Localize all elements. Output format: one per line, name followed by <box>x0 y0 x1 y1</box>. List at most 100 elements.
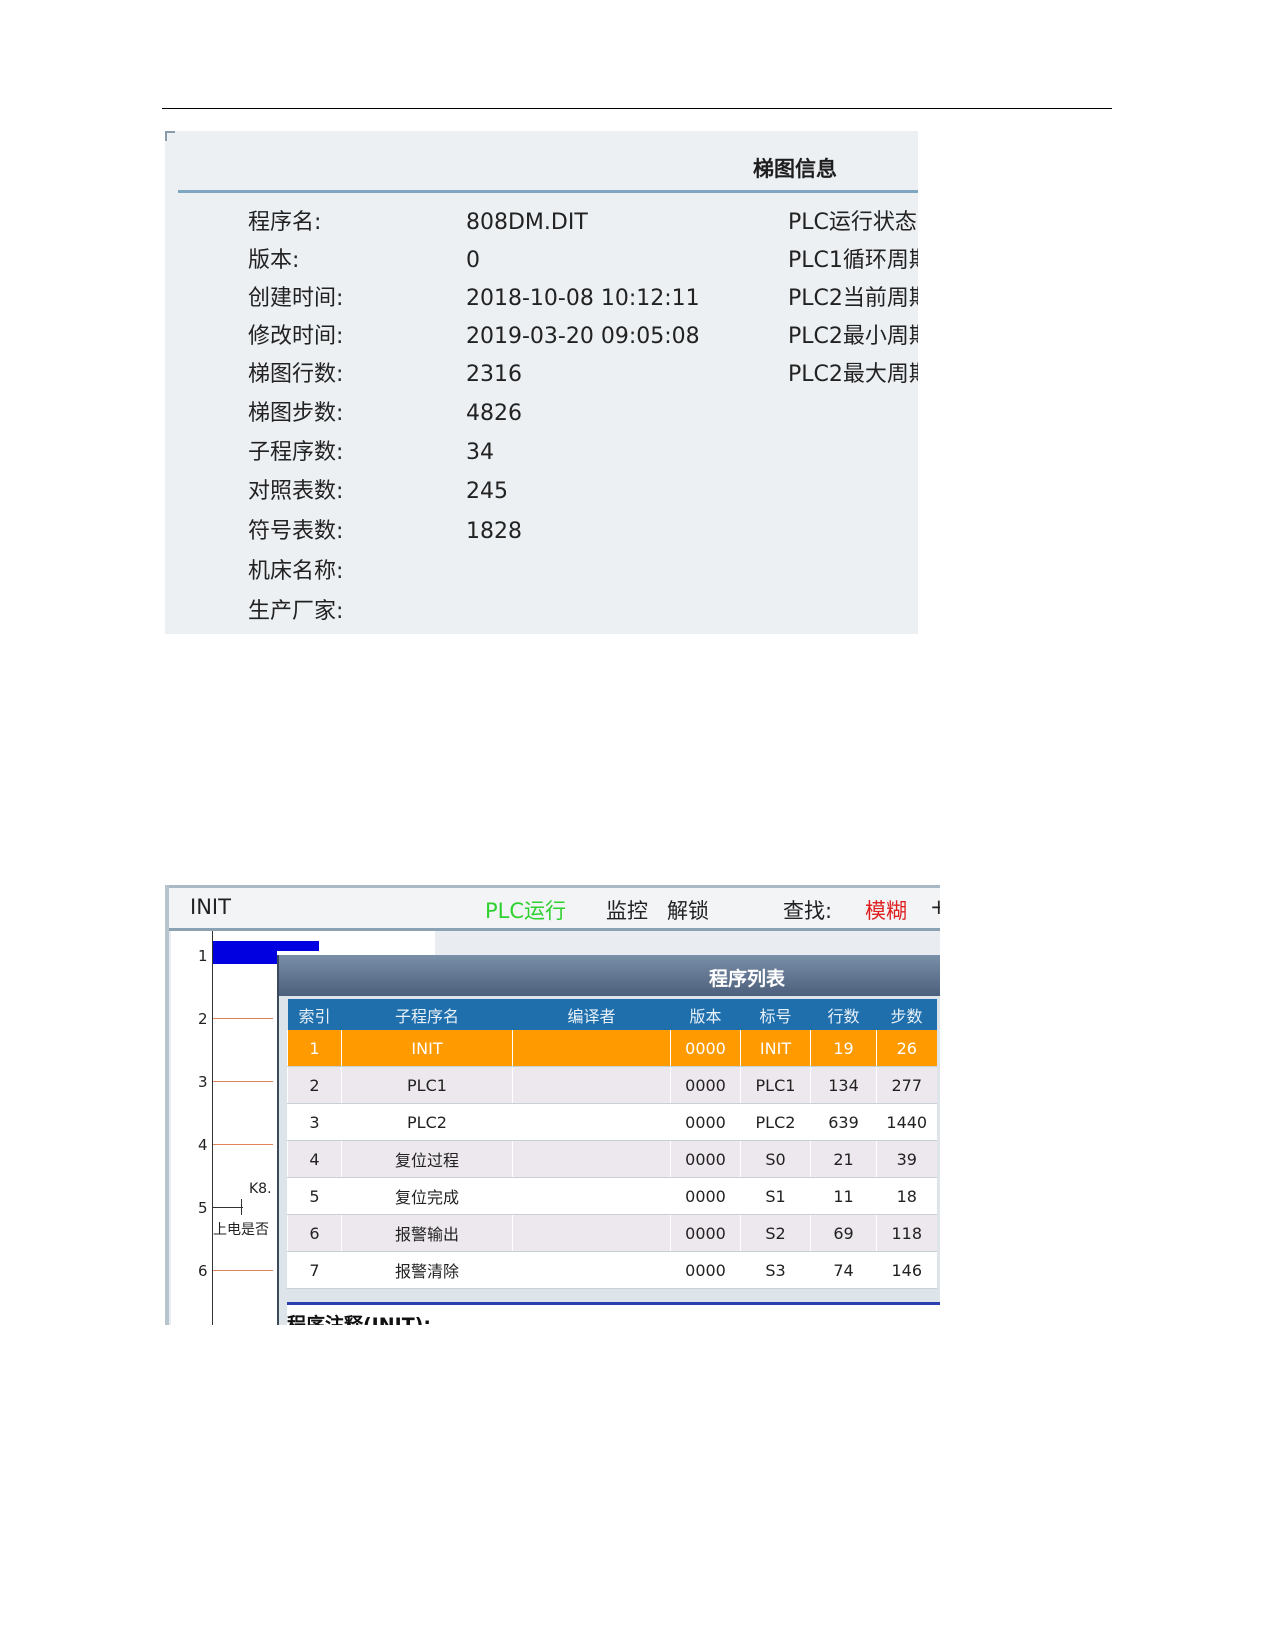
column-header[interactable]: 索引 <box>287 999 342 1030</box>
cell-lines: 74 <box>810 1251 877 1289</box>
column-header[interactable]: 子程序名 <box>341 999 513 1030</box>
editor-toolbar: INIT PLC运行 监控 解锁 查找: 模糊 + <box>169 888 940 931</box>
cell-label: S3 <box>740 1251 811 1289</box>
table-row[interactable]: 6 报警输出 0000 S2 69 118 <box>287 1214 937 1252</box>
search-label: 查找: <box>783 899 833 923</box>
cell-index: 6 <box>287 1214 342 1252</box>
table-row[interactable]: 5 复位完成 0000 S1 11 18 <box>287 1177 937 1215</box>
table-row[interactable]: 3 PLC2 0000 PLC2 639 1440 <box>287 1103 937 1141</box>
field-label-steps: 梯图步数: <box>248 401 344 426</box>
contact-wire <box>213 1207 243 1208</box>
cell-index: 3 <box>287 1103 342 1141</box>
dialog-title-bar: 程序列表 <box>279 955 940 996</box>
field-label-program-name: 程序名: <box>248 210 322 235</box>
status-label-plc2-current: PLC2当前周期 <box>788 286 918 311</box>
field-label-manufacturer: 生产厂家: <box>248 599 344 624</box>
cell-compiler <box>512 1214 671 1252</box>
cell-compiler <box>512 1251 671 1289</box>
cell-compiler <box>512 1030 671 1067</box>
field-value-subprograms: 34 <box>466 440 494 465</box>
cell-compiler <box>512 1066 671 1104</box>
cell-name: 报警清除 <box>341 1251 513 1289</box>
cell-lines: 134 <box>810 1066 877 1104</box>
cell-label: PLC2 <box>740 1103 811 1141</box>
search-mode-toggle[interactable]: 模糊 <box>865 895 907 925</box>
field-label-rows: 梯图行数: <box>248 362 344 387</box>
window-left-border <box>165 885 169 1325</box>
status-label-plc2-max: PLC2最大周期 <box>788 362 918 387</box>
line-number: 4 <box>198 1136 208 1154</box>
cell-lines: 639 <box>810 1103 877 1141</box>
monitor-button[interactable]: 监控 <box>606 895 648 925</box>
cell-version: 0000 <box>670 1177 741 1215</box>
column-header[interactable]: 编译者 <box>512 999 671 1030</box>
field-value-xref-tables: 245 <box>466 479 508 504</box>
contact-symbol <box>241 1199 242 1215</box>
plus-button[interactable]: + <box>930 895 940 919</box>
table-row-selected[interactable]: 1 INIT 0000 INIT 19 26 <box>287 1030 937 1067</box>
column-header[interactable]: 标号 <box>740 999 811 1030</box>
cell-compiler <box>512 1177 671 1215</box>
cell-steps: 118 <box>876 1214 937 1252</box>
table-row[interactable]: 7 报警清除 0000 S3 74 146 <box>287 1251 937 1289</box>
field-label-symbol-tables: 符号表数: <box>248 519 344 544</box>
plc-editor-screen: INIT PLC运行 监控 解锁 查找: 模糊 + 1 2 3 4 5 6 K8… <box>165 885 940 1325</box>
cell-name: 报警输出 <box>341 1214 513 1252</box>
table-header-row: 索引 子程序名 编译者 版本 标号 行数 步数 <box>287 999 937 1030</box>
cell-label: S1 <box>740 1177 811 1215</box>
column-header[interactable]: 版本 <box>670 999 741 1030</box>
ladder-rung <box>213 1270 273 1271</box>
cell-lines: 21 <box>810 1140 877 1178</box>
ladder-info-panel: 梯图信息 程序名: 808DM.DIT 版本: 0 创建时间: 2018-10-… <box>165 131 918 634</box>
field-label-subprograms: 子程序数: <box>248 440 344 465</box>
panel-title: 梯图信息 <box>753 157 837 181</box>
field-label-created: 创建时间: <box>248 286 344 311</box>
title-separator <box>178 190 918 193</box>
panel-corner-mark <box>165 131 175 141</box>
cell-label: INIT <box>740 1030 811 1067</box>
line-number: 6 <box>198 1262 208 1280</box>
line-number: 2 <box>198 1010 208 1028</box>
cell-version: 0000 <box>670 1251 741 1289</box>
line-number: 5 <box>198 1199 208 1217</box>
field-value-program-name: 808DM.DIT <box>466 210 588 235</box>
cell-version: 0000 <box>670 1030 741 1067</box>
field-value-steps: 4826 <box>466 401 522 426</box>
cell-version: 0000 <box>670 1066 741 1104</box>
cell-steps: 1440 <box>876 1103 937 1141</box>
field-label-modified: 修改时间: <box>248 324 344 349</box>
unlock-button[interactable]: 解锁 <box>667 895 709 925</box>
field-value-version: 0 <box>466 248 480 273</box>
column-header[interactable]: 行数 <box>810 999 877 1030</box>
column-header[interactable]: 步数 <box>876 999 937 1030</box>
ladder-rung <box>213 1144 273 1145</box>
cell-steps: 39 <box>876 1140 937 1178</box>
plc-run-status[interactable]: PLC运行 <box>485 895 566 925</box>
cell-steps: 26 <box>876 1030 937 1067</box>
ladder-rung <box>213 1081 273 1082</box>
contact-comment: 上电是否 <box>213 1222 269 1238</box>
cell-index: 7 <box>287 1251 342 1289</box>
field-value-symbol-tables: 1828 <box>466 519 522 544</box>
program-comment-area[interactable]: 程序注释(INIT): <box>287 1302 940 1325</box>
table-row[interactable]: 4 复位过程 0000 S0 21 39 <box>287 1140 937 1178</box>
cell-index: 1 <box>287 1030 342 1067</box>
cell-compiler <box>512 1140 671 1178</box>
cell-name: PLC2 <box>341 1103 513 1141</box>
contact-address: K8. <box>249 1181 272 1197</box>
page-top-rule <box>162 108 1112 109</box>
selection-highlight <box>213 941 319 951</box>
cell-steps: 18 <box>876 1177 937 1215</box>
field-value-rows: 2316 <box>466 362 522 387</box>
cell-version: 0000 <box>670 1214 741 1252</box>
cell-label: S0 <box>740 1140 811 1178</box>
cell-name: PLC1 <box>341 1066 513 1104</box>
field-value-modified: 2019-03-20 09:05:08 <box>466 324 700 349</box>
cell-index: 4 <box>287 1140 342 1178</box>
cell-steps: 146 <box>876 1251 937 1289</box>
selection-highlight <box>213 951 277 964</box>
cell-index: 5 <box>287 1177 342 1215</box>
table-row[interactable]: 2 PLC1 0000 PLC1 134 277 <box>287 1066 937 1104</box>
dialog-title: 程序列表 <box>709 968 786 990</box>
cell-lines: 11 <box>810 1177 877 1215</box>
